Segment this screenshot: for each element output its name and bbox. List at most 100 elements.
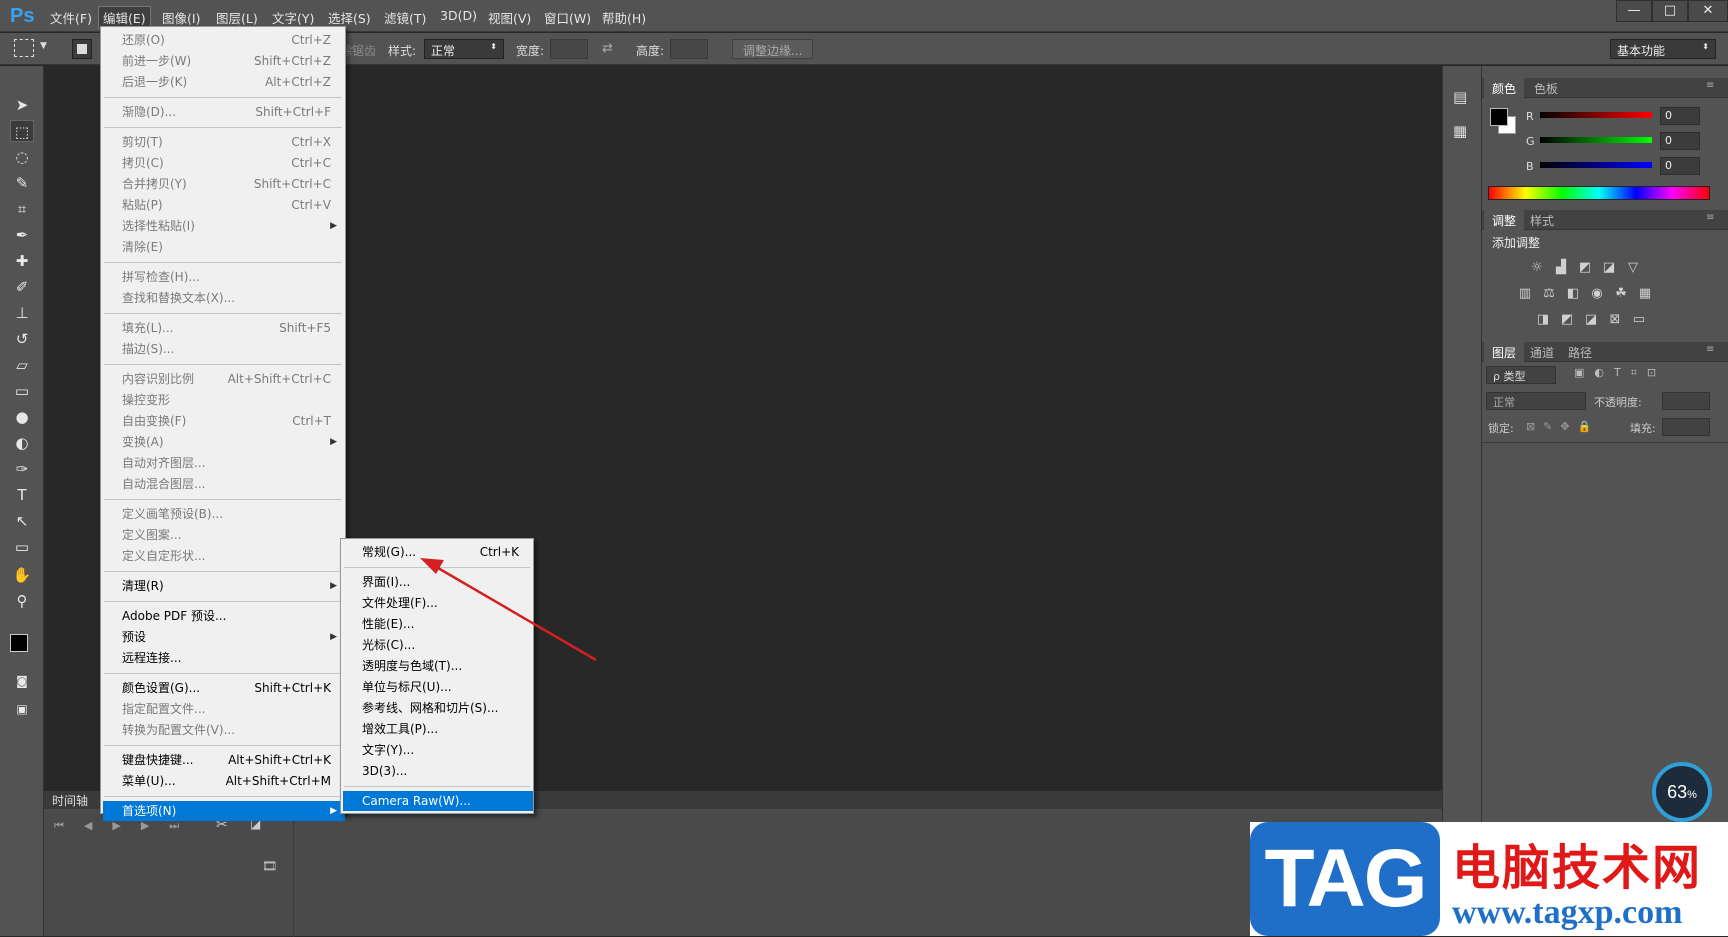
curves-icon[interactable]: ◩ (1576, 260, 1594, 276)
b-slider[interactable] (1540, 162, 1652, 168)
exposure-icon[interactable]: ◪ (1600, 260, 1618, 276)
maximize-button[interactable]: □ (1652, 0, 1688, 22)
black-white-icon[interactable]: ◧ (1564, 286, 1582, 302)
threshold-icon[interactable]: ◪ (1582, 312, 1600, 328)
menu-help[interactable]: 帮助(H) (598, 8, 650, 27)
style-select[interactable]: 正常 ⬍ (424, 39, 504, 59)
preferences-menu-item[interactable]: 参考线、网格和切片(S)... (343, 698, 533, 718)
preferences-menu-item[interactable]: 常规(G)... Ctrl+K (343, 542, 533, 562)
menu-type[interactable]: 文字(Y) (268, 8, 318, 27)
history-panel-icon[interactable]: ▤ (1453, 88, 1467, 106)
brush-tool-icon[interactable]: ✐ (10, 276, 34, 298)
workspace-select[interactable]: 基本功能 ⬍ (1610, 39, 1716, 59)
menu-select[interactable]: 选择(S) (324, 8, 375, 27)
preferences-menu-item[interactable]: 界面(I)... (343, 572, 533, 592)
tab-styles[interactable]: 样式 (1522, 210, 1562, 231)
marquee-tool-preset-icon[interactable] (14, 39, 34, 57)
g-slider[interactable] (1540, 137, 1652, 143)
edit-menu-item[interactable]: Adobe PDF 预设... (103, 606, 345, 626)
tab-channels[interactable]: 通道 (1522, 342, 1562, 363)
opacity-input[interactable] (1662, 392, 1710, 410)
dodge-tool-icon[interactable]: ◐ (10, 432, 34, 454)
edit-menu-item[interactable]: 远程连接... (103, 648, 345, 668)
rectangle-tool-icon[interactable]: ▭ (10, 536, 34, 558)
menu-window[interactable]: 窗口(W) (540, 8, 595, 27)
clone-stamp-tool-icon[interactable]: ⊥ (10, 302, 34, 324)
edit-menu-item[interactable]: 定义图案... (103, 525, 345, 545)
edit-menu-item[interactable]: 内容识别比例 Alt+Shift+Ctrl+C (103, 369, 345, 389)
edit-menu-item[interactable]: 颜色设置(G)... Shift+Ctrl+K (103, 678, 345, 698)
color-balance-icon[interactable]: ⚖ (1540, 286, 1558, 302)
invert-icon[interactable]: ◨ (1534, 312, 1552, 328)
swap-icon[interactable]: ⇄ (602, 41, 613, 56)
preferences-menu-item[interactable]: 透明度与色域(T)... (343, 656, 533, 676)
panel-menu-icon[interactable]: ≡ (1706, 344, 1714, 355)
menu-file[interactable]: 文件(F) (46, 8, 96, 27)
height-input[interactable] (670, 39, 708, 59)
blend-mode-select[interactable]: 正常 (1486, 392, 1586, 410)
edit-menu-item[interactable]: 粘贴(P) Ctrl+V (103, 195, 345, 215)
edit-menu-item[interactable]: 变换(A) ▶ (103, 432, 345, 452)
edit-menu-item[interactable]: 定义画笔预设(B)... (103, 504, 345, 524)
screen-mode-icon[interactable]: ▣ (10, 698, 34, 720)
edit-menu-item[interactable]: 还原(O) Ctrl+Z (103, 30, 345, 50)
menu-filter[interactable]: 滤镜(T) (380, 8, 430, 27)
close-button[interactable]: ✕ (1688, 0, 1728, 22)
crop-tool-icon[interactable]: ⌗ (10, 198, 34, 220)
lasso-tool-icon[interactable]: ◌ (10, 146, 34, 168)
edit-menu-item[interactable]: 选择性粘贴(I) ▶ (103, 216, 345, 236)
tab-swatches[interactable]: 色板 (1526, 78, 1566, 99)
width-input[interactable] (550, 39, 588, 59)
film-icon[interactable]: 🎞 (262, 859, 277, 873)
panel-menu-icon[interactable]: ≡ (1706, 80, 1714, 91)
edit-menu-item[interactable]: 拼写检查(H)... (103, 267, 345, 287)
menu-layer[interactable]: 图层(L) (212, 8, 262, 27)
preferences-menu-item[interactable]: 3D(3)... (343, 761, 533, 781)
tab-color[interactable]: 颜色 (1484, 78, 1525, 99)
minimize-button[interactable]: — (1616, 0, 1652, 22)
color-lookup-icon[interactable]: ▦ (1636, 286, 1654, 302)
preferences-menu-item[interactable]: 单位与标尺(U)... (343, 677, 533, 697)
brightness-icon[interactable]: ☼ (1528, 260, 1546, 276)
lock-icons[interactable]: ⊠✎✥🔒 (1526, 420, 1599, 433)
foreground-color-swatch[interactable] (10, 634, 28, 652)
menu-image[interactable]: 图像(I) (158, 8, 204, 27)
edit-menu-item[interactable]: 清除(E) (103, 237, 345, 257)
preferences-menu-item[interactable]: 性能(E)... (343, 614, 533, 634)
edit-menu-item[interactable]: 合并拷贝(Y) Shift+Ctrl+C (103, 174, 345, 194)
edit-menu-item[interactable]: 查找和替换文本(X)... (103, 288, 345, 308)
edit-menu-item[interactable]: 菜单(U)... Alt+Shift+Ctrl+M (103, 771, 345, 791)
g-value-input[interactable]: 0 (1660, 132, 1700, 150)
eyedropper-tool-icon[interactable]: ✒ (10, 224, 34, 246)
tab-paths[interactable]: 路径 (1560, 342, 1600, 363)
tab-layers[interactable]: 图层 (1484, 342, 1525, 363)
move-tool-icon[interactable]: ➤ (10, 94, 34, 116)
preferences-menu-item[interactable]: 文字(Y)... (343, 740, 533, 760)
gradient-map-icon[interactable]: ▭ (1630, 312, 1648, 328)
edit-menu-item[interactable]: 自由变换(F) Ctrl+T (103, 411, 345, 431)
blur-tool-icon[interactable]: ● (10, 406, 34, 428)
edit-menu-item[interactable]: 自动混合图层... (103, 474, 345, 494)
type-tool-icon[interactable]: T (10, 484, 34, 506)
chevron-down-icon[interactable]: ▼ (40, 41, 47, 51)
r-value-input[interactable]: 0 (1660, 107, 1700, 125)
tab-adjustments[interactable]: 调整 (1484, 210, 1525, 231)
r-slider[interactable] (1540, 112, 1652, 118)
layer-filter-icons[interactable]: ▣◐T⌗⊡ (1574, 366, 1666, 380)
pen-tool-icon[interactable]: ✑ (10, 458, 34, 480)
layer-filter-select[interactable]: ρ 类型 (1486, 366, 1556, 384)
color-spectrum-ramp[interactable] (1488, 186, 1710, 200)
quick-selection-tool-icon[interactable]: ✎ (10, 172, 34, 194)
edit-menu-item[interactable]: 首选项(N) ▶ (103, 801, 345, 821)
color-panel-foreground-swatch[interactable] (1490, 108, 1508, 126)
hue-saturation-icon[interactable]: ▥ (1516, 286, 1534, 302)
menu-view[interactable]: 视图(V) (484, 8, 535, 27)
zoom-tool-icon[interactable]: ⚲ (10, 590, 34, 612)
edit-menu-item[interactable]: 拷贝(C) Ctrl+C (103, 153, 345, 173)
panel-menu-icon[interactable]: ≡ (1706, 212, 1714, 223)
eraser-tool-icon[interactable]: ▱ (10, 354, 34, 376)
levels-icon[interactable]: ▟ (1552, 260, 1570, 276)
fill-input[interactable] (1662, 418, 1710, 436)
preferences-menu-item[interactable]: 增效工具(P)... (343, 719, 533, 739)
menu-3d[interactable]: 3D(D) (436, 8, 481, 23)
